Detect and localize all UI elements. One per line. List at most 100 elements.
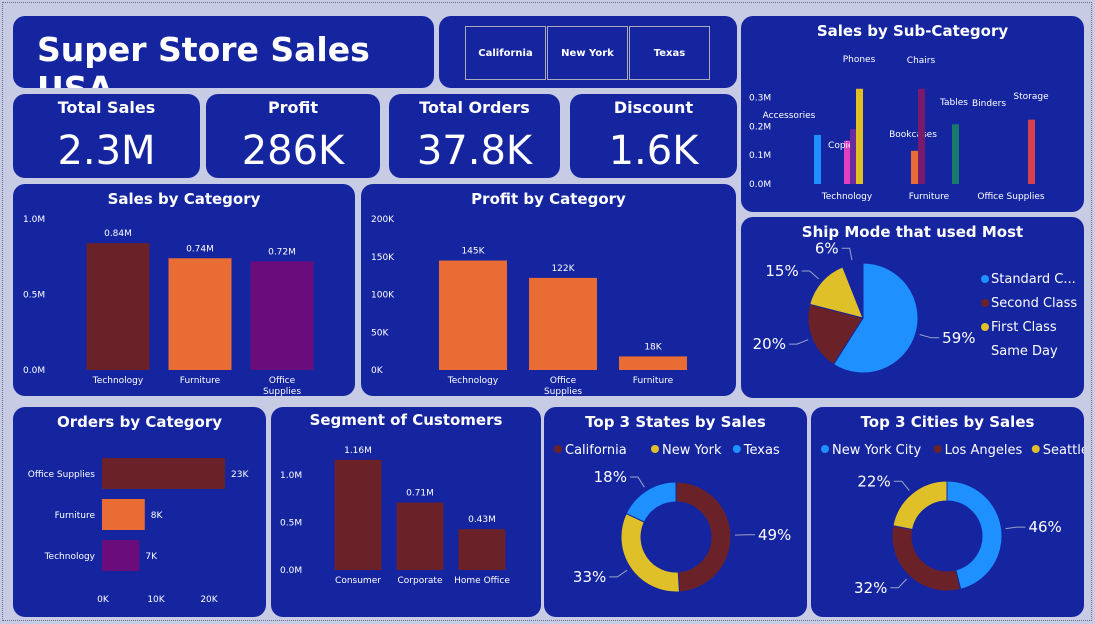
slice-percent-label: 33% (573, 568, 606, 586)
y-tick-label: 50K (371, 328, 389, 338)
legend-marker (981, 299, 989, 307)
bar-category-label: Phones (843, 55, 876, 65)
leader-line (841, 247, 853, 261)
bar (102, 458, 225, 489)
bar-value-label: 1.16M (344, 446, 372, 456)
leader-line (893, 480, 910, 491)
bar (439, 260, 507, 370)
bar (86, 243, 150, 370)
title-card: Super Store Sales USA (13, 16, 434, 88)
kpi-label: Profit (267, 98, 319, 117)
y-tick-label: 0.0M (280, 566, 302, 576)
bar (102, 540, 140, 571)
sales-by-category-card: Sales by Category 0.0M 0.5M 1.0M 0.84M Techn… (13, 184, 355, 396)
segment-of-customers-card: Segment of Customers 0.0M 0.5M 1.0M 1.16M Co… (271, 407, 541, 617)
leader-line (788, 339, 809, 345)
y-tick-label: 0.2M (749, 122, 771, 132)
slice-percent-label: 49% (758, 526, 791, 544)
leader-line (890, 578, 907, 589)
y-tick-label: 0K (371, 366, 384, 376)
y-tick-label: Office Supplies (28, 470, 96, 480)
y-tick-label: 0.0M (749, 180, 771, 190)
slice-percent-label: 15% (765, 262, 798, 280)
bar-value-label: 8K (151, 511, 164, 521)
x-group-label: Technology (821, 192, 873, 202)
y-tick-label: 100K (371, 291, 395, 301)
ship-mode-chart: 59% 20% 15% 6% Standard C... Second Class Firs… (753, 239, 1077, 374)
x-tick-label: Consumer (335, 576, 381, 586)
y-tick-label: 200K (371, 215, 395, 225)
bar-value-label: 0.71M (406, 489, 434, 499)
x-tick-label: 20K (200, 595, 218, 605)
bar-value-label: 0.72M (268, 247, 296, 257)
bar (168, 258, 232, 370)
bar (529, 277, 597, 370)
kpi-value: 37.8K (416, 128, 533, 174)
bar-value-label: 18K (644, 342, 662, 352)
slice (891, 525, 962, 592)
legend-label: Second Class (991, 296, 1077, 311)
bar (102, 499, 145, 530)
bar (334, 459, 382, 570)
slicer-option-new-york[interactable]: New York (547, 26, 628, 80)
x-tick-label: Technology (447, 376, 499, 386)
bar-value-label: 7K (145, 552, 158, 562)
x-tick-label: 0K (97, 595, 110, 605)
slicer-option-texas[interactable]: Texas (629, 26, 710, 80)
legend-label: Same Day (991, 344, 1058, 359)
bar (856, 88, 863, 184)
legend-marker (981, 323, 989, 331)
leader-line (801, 270, 820, 280)
x-tick-label: Furniture (180, 376, 221, 386)
bar-category-label: Accessories (763, 111, 816, 121)
y-tick-label: 150K (371, 253, 395, 263)
legend-marker (933, 445, 942, 453)
bar-value-label: 23K (231, 470, 249, 480)
legend-marker (981, 275, 989, 283)
bar (458, 529, 506, 570)
kpi-label: Total Orders (419, 98, 530, 117)
bar (918, 88, 925, 184)
slice-percent-label: 46% (1028, 518, 1061, 536)
bar-category-label: Tables (939, 98, 968, 108)
y-tick-label: 0.3M (749, 93, 771, 103)
kpi-profit: Profit 286K (206, 94, 380, 178)
legend-label: Los Angeles (945, 443, 1023, 458)
legend-label: New York (662, 443, 722, 458)
slicer-option-california[interactable]: California (465, 26, 546, 80)
profit-by-category-card: Profit by Category 0K 50K 100K 150K 200K 145K… (361, 184, 736, 396)
kpi-label: Total Sales (57, 98, 156, 117)
orders-by-category-card: Orders by Category Office Supplies 23K Fur… (13, 407, 266, 617)
slice-percent-label: 22% (857, 472, 890, 490)
legend-label: Standard C... (991, 272, 1076, 287)
segment-of-customers-chart: 0.0M 0.5M 1.0M 1.16M Consumer 0.71M Corporate 0… (280, 446, 510, 586)
slice-percent-label: 18% (594, 468, 627, 486)
slice-percent-label: 32% (854, 579, 887, 597)
slice-percent-label: 59% (942, 329, 975, 347)
kpi-value: 2.3M (57, 128, 156, 174)
legend-marker (1031, 445, 1040, 453)
bar-value-label: 0.74M (186, 244, 214, 254)
bar (250, 261, 314, 370)
bar-value-label: 0.43M (468, 515, 496, 525)
x-group-label: Office Supplies (977, 192, 1045, 202)
y-tick-label: 1.0M (23, 215, 45, 225)
bar (911, 150, 918, 184)
top3-states-card: Top 3 States by Sales California New York… (544, 407, 807, 617)
x-tick-label: Corporate (398, 576, 443, 586)
legend-marker (732, 445, 741, 453)
legend-marker (821, 445, 829, 453)
leader-line (609, 569, 628, 578)
x-tick-label: 10K (147, 595, 165, 605)
legend-label: California (565, 443, 627, 458)
top3-cities-chart: New York City Los Angeles Seattle 46% 32% 22% (821, 443, 1084, 597)
leader-line (1005, 526, 1026, 530)
leader-line (629, 476, 645, 488)
bar-value-label: 0.84M (104, 229, 132, 239)
sales-by-subcategory-card: Sales by Sub-Category 0.0M 0.1M 0.2M 0.3M Ac… (741, 16, 1084, 212)
y-tick-label: 0.0M (23, 366, 45, 376)
slice-percent-label: 20% (753, 335, 786, 353)
x-tick-label: Technology (92, 376, 144, 386)
y-tick-label: 0.5M (23, 291, 45, 301)
slice (625, 481, 677, 523)
